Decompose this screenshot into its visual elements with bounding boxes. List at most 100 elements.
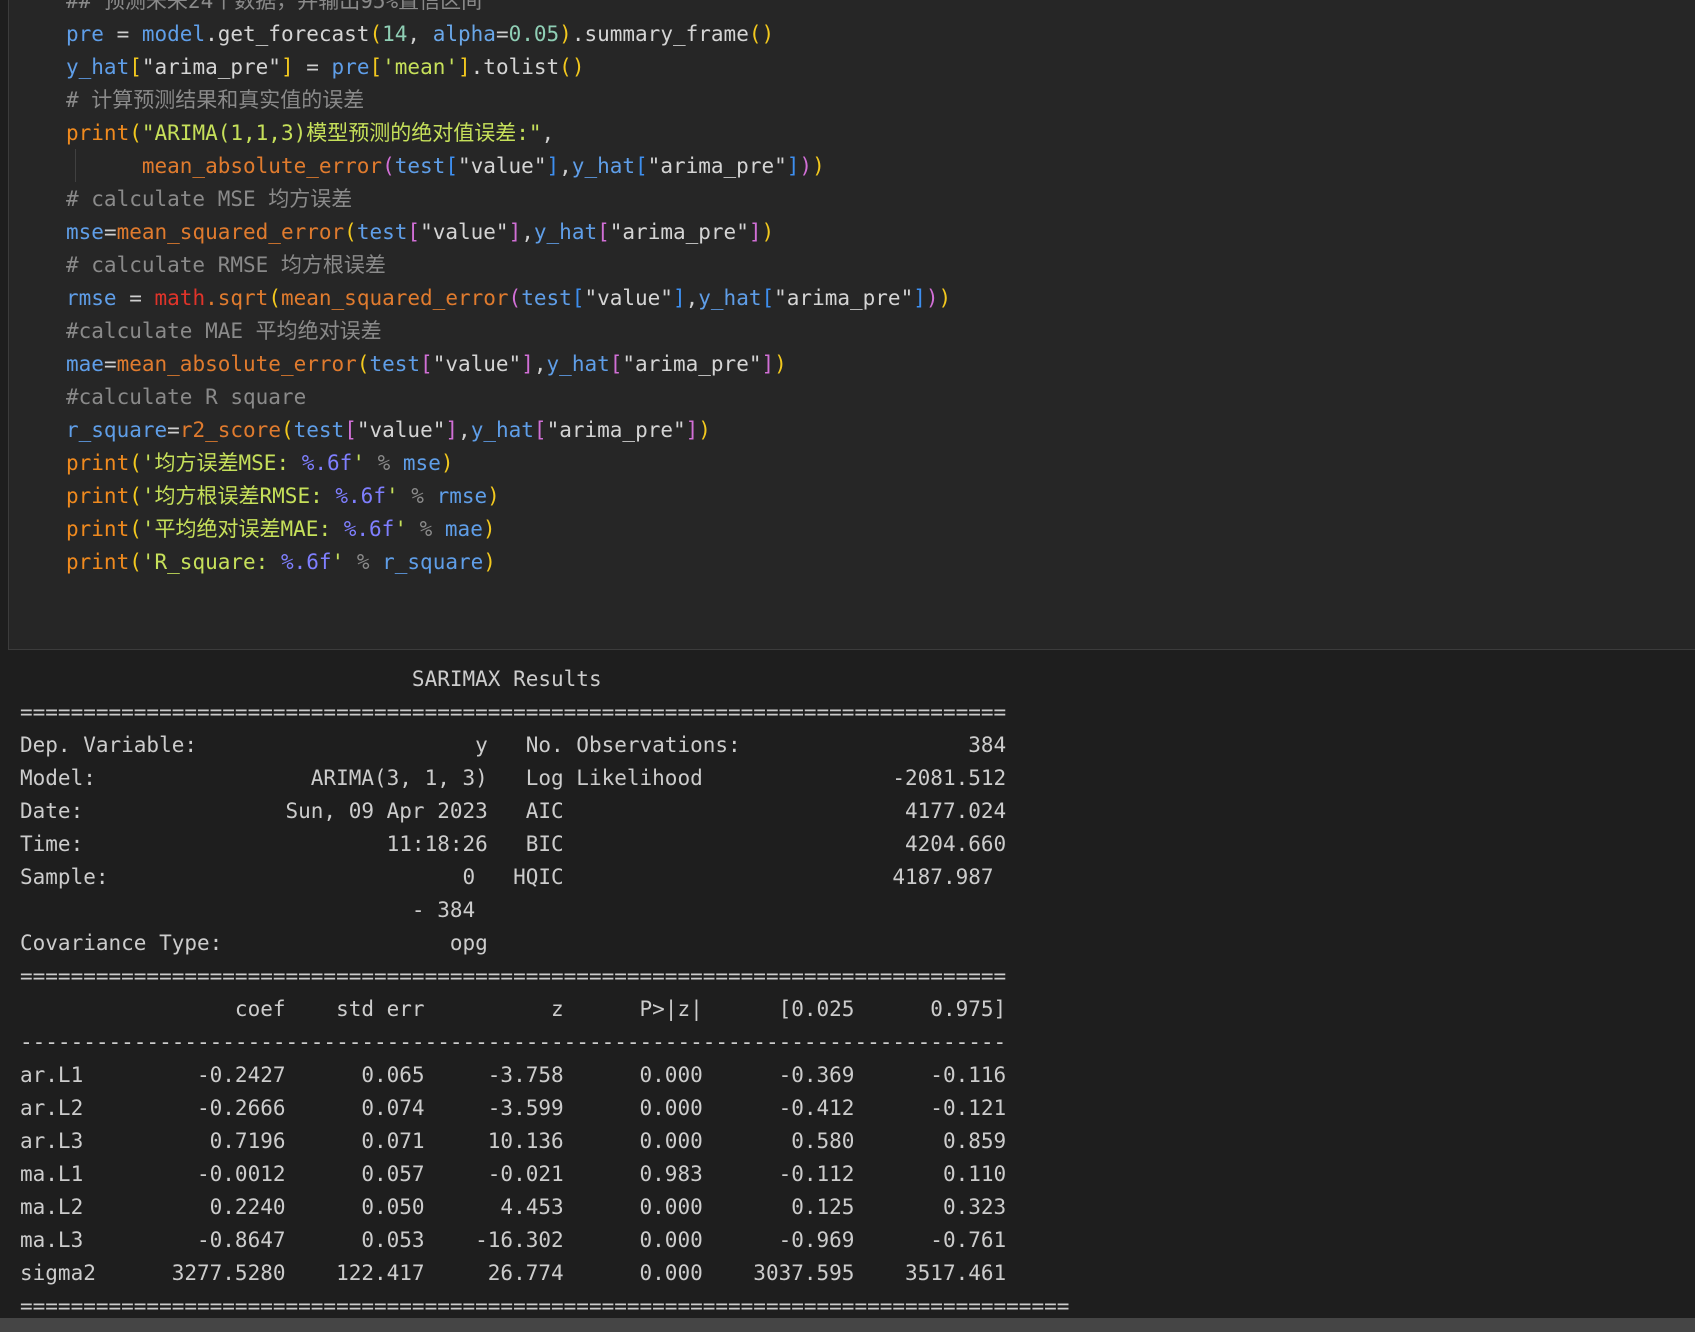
code-editor[interactable]: ## 预测未来24个数据，并输出95%置信区间 pre = model.get_f… xyxy=(66,0,951,579)
code-token: y_hat xyxy=(571,154,636,178)
output-line: ========================================… xyxy=(20,964,1007,988)
code-token: '均方误差MSE: xyxy=(141,451,302,475)
code-token: mean_absolute_error xyxy=(116,352,357,376)
code-token: = xyxy=(495,22,509,46)
code-token: ) xyxy=(698,418,711,442)
code-token: mean_squared_error xyxy=(116,220,345,244)
code-token: [ xyxy=(571,286,585,310)
code-line[interactable]: print('R_square: %.6f' % r_square) xyxy=(66,546,951,579)
code-line[interactable]: pre = model.get_forecast(14, alpha=0.05)… xyxy=(66,18,951,51)
code-line[interactable]: print('平均绝对误差MAE: %.6f' % mae) xyxy=(66,513,951,546)
code-token: % xyxy=(344,550,383,574)
code-token: , xyxy=(533,352,547,376)
code-token: .summary_frame xyxy=(571,22,749,46)
code-line[interactable]: rmse = math.sqrt(mean_squared_error(test… xyxy=(66,282,951,315)
code-token: ] xyxy=(913,286,926,310)
code-token: ) xyxy=(812,154,825,178)
code-token: % xyxy=(398,484,437,508)
code-token: math xyxy=(154,286,206,310)
output-line: Covariance Type: opg xyxy=(20,931,1007,955)
code-token: mean_squared_error xyxy=(280,286,509,310)
code-token: , xyxy=(685,286,699,310)
code-cell[interactable]: ## 预测未来24个数据，并输出95%置信区间 pre = model.get_f… xyxy=(8,0,1695,650)
code-token: r_square xyxy=(382,550,484,574)
code-token: mean_absolute_error xyxy=(141,154,383,178)
output-line: ma.L1 -0.0012 0.057 -0.021 0.983 -0.112 … xyxy=(20,1162,1007,1186)
code-line[interactable]: y_hat["arima_pre"] = pre['mean'].tolist(… xyxy=(66,51,951,84)
code-line[interactable]: mean_absolute_error(test["value"],y_hat[… xyxy=(66,150,951,183)
horizontal-scrollbar[interactable] xyxy=(0,1318,1695,1332)
code-line[interactable]: print("ARIMA(1,1,3)模型预测的绝对值误差:", xyxy=(66,117,951,150)
code-token: ) xyxy=(482,517,496,541)
code-line[interactable]: #calculate R square xyxy=(66,381,951,414)
code-token: 0.05 xyxy=(508,22,560,46)
code-token: [ xyxy=(597,220,610,244)
output-line: - 384 xyxy=(20,898,994,922)
code-token: ( xyxy=(129,517,142,541)
output-line: ar.L3 0.7196 0.071 10.136 0.000 0.580 0.… xyxy=(20,1129,1007,1153)
code-line[interactable]: print('均方根误差RMSE: %.6f' % rmse) xyxy=(66,480,951,513)
code-token: %.6f xyxy=(280,550,332,574)
code-token: , xyxy=(458,418,471,442)
code-token: [ xyxy=(761,286,775,310)
code-token: ( xyxy=(129,550,142,574)
code-token: # calculate RMSE 均方根误差 xyxy=(66,253,386,277)
code-token: pre xyxy=(331,55,370,79)
code-token: () xyxy=(748,22,775,46)
code-token: , xyxy=(559,154,572,178)
code-line[interactable]: # calculate MSE 均方误差 xyxy=(66,183,951,216)
code-token: [ xyxy=(369,55,383,79)
code-token: ( xyxy=(280,418,294,442)
code-token: y_hat xyxy=(533,220,598,244)
output-line: Time: 11:18:26 BIC 4204.660 xyxy=(20,832,1007,856)
code-token: ( xyxy=(382,154,395,178)
code-token: "arima_pre" xyxy=(647,154,787,178)
output-line: Model: ARIMA(3, 1, 3) Log Likelihood -20… xyxy=(20,766,1007,790)
code-token: '均方根误差RMSE: xyxy=(141,484,336,508)
code-token: ) xyxy=(483,550,496,574)
code-token: ] xyxy=(521,352,534,376)
code-token: "value" xyxy=(432,352,522,376)
code-token: mse xyxy=(66,220,104,244)
code-token: ) xyxy=(559,22,572,46)
code-token: ] xyxy=(508,220,522,244)
code-token: = xyxy=(103,22,142,46)
code-token: y_hat xyxy=(546,352,610,376)
code-token: "value" xyxy=(420,220,509,244)
code-token: () xyxy=(559,55,585,79)
code-line[interactable]: #calculate MAE 平均绝对误差 xyxy=(66,315,951,348)
code-token: mse xyxy=(402,451,441,475)
code-token: ( xyxy=(508,286,522,310)
code-token: "arima_pre" xyxy=(774,286,914,310)
code-line[interactable]: # calculate RMSE 均方根误差 xyxy=(66,249,951,282)
code-token: "arima_pre" xyxy=(141,55,281,79)
code-token: ] xyxy=(280,55,294,79)
code-token: ] xyxy=(546,154,560,178)
code-line[interactable]: # 计算预测结果和真实值的误差 xyxy=(66,84,951,117)
code-token: # calculate MSE 均方误差 xyxy=(66,187,353,211)
code-line[interactable]: mae=mean_absolute_error(test["value"],y_… xyxy=(66,348,951,381)
code-token: r2_score xyxy=(179,418,281,442)
code-token: "arima_pre" xyxy=(609,220,749,244)
code-token: % xyxy=(406,517,445,541)
code-token: , xyxy=(521,220,534,244)
code-line[interactable]: r_square=r2_score(test["value"],y_hat["a… xyxy=(66,414,951,447)
code-token: , xyxy=(407,22,433,46)
code-token: ( xyxy=(129,484,142,508)
code-token: print xyxy=(66,517,130,541)
code-token: %.6f xyxy=(343,517,395,541)
code-token: .sqrt xyxy=(205,286,269,310)
code-token: print xyxy=(66,550,130,574)
code-token: print xyxy=(66,451,130,475)
code-line[interactable]: mse=mean_squared_error(test["value"],y_h… xyxy=(66,216,951,249)
output-line: sigma2 3277.5280 122.417 26.774 0.000 30… xyxy=(20,1261,1007,1285)
code-token: alpha xyxy=(432,22,496,46)
code-token: pre xyxy=(66,22,104,46)
code-line[interactable]: print('均方误差MSE: %.6f' % mse) xyxy=(66,447,951,480)
code-token: ) xyxy=(799,154,813,178)
code-token: ' xyxy=(331,550,345,574)
code-token: 'R_square: xyxy=(141,550,281,574)
code-line[interactable]: ## 预测未来24个数据，并输出95%置信区间 xyxy=(66,0,951,18)
code-token: %.6f xyxy=(335,484,386,508)
